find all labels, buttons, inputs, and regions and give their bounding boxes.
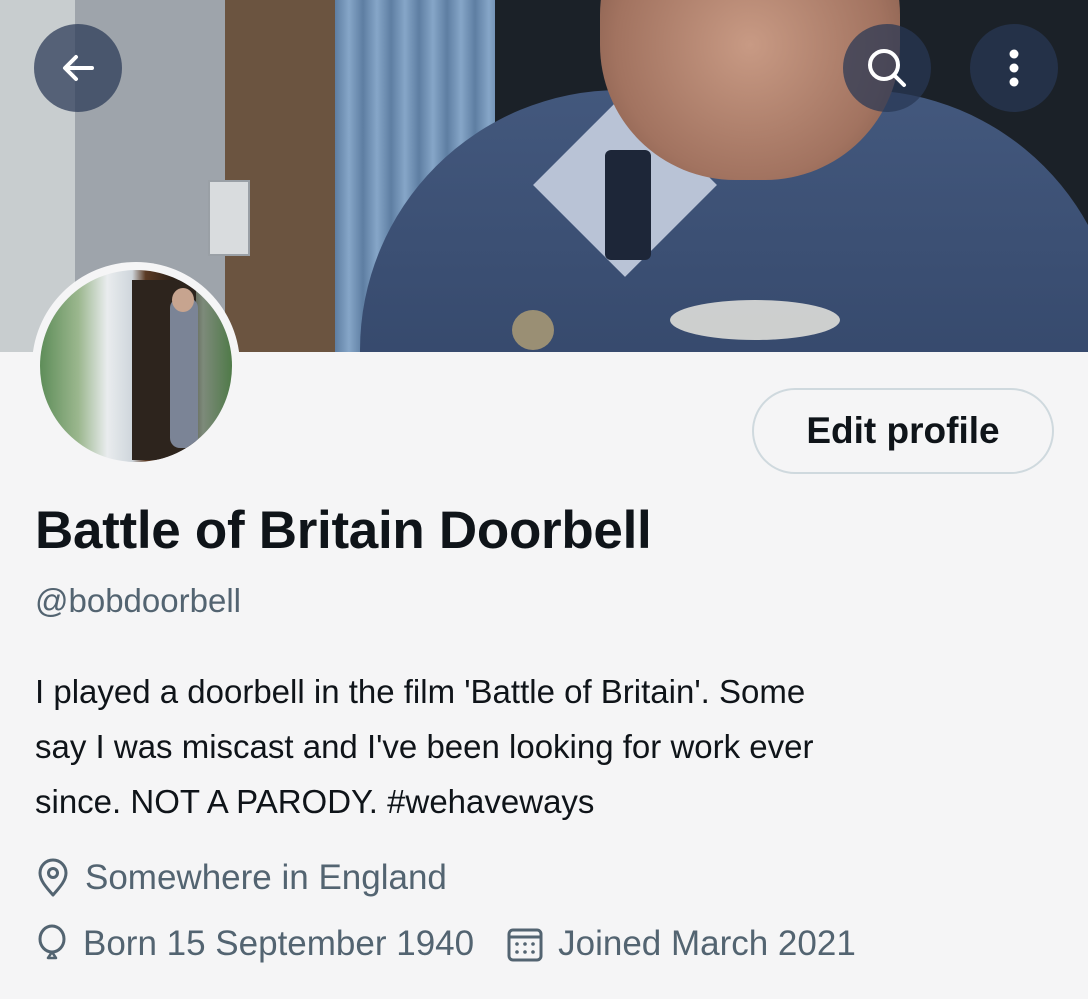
avatar-figure: [170, 298, 198, 448]
dates-row: Born 15 September 1940 Joined March 2021: [35, 924, 856, 964]
back-button[interactable]: [34, 24, 122, 112]
birthdate-text: Born 15 September 1940: [83, 924, 475, 963]
avatar-image: [40, 270, 232, 462]
banner-pilot-wings: [670, 300, 840, 340]
search-button[interactable]: [843, 24, 931, 112]
location-pin-icon: [35, 858, 71, 898]
bio-hashtag-link[interactable]: #wehaveways: [387, 783, 594, 820]
bio-line: since. NOT A PARODY. #wehaveways: [35, 774, 1035, 829]
banner-doorframe: [225, 0, 335, 352]
joined-text: Joined March 2021: [558, 924, 856, 963]
edit-profile-button[interactable]: Edit profile: [752, 388, 1054, 474]
profile-bio: I played a doorbell in the film 'Battle …: [35, 664, 1035, 829]
banner-doorbell-plate: [208, 180, 250, 256]
arrow-left-icon: [56, 46, 100, 90]
balloon-icon: [35, 924, 69, 964]
user-handle: @bobdoorbell: [35, 582, 241, 619]
location-text: Somewhere in England: [85, 858, 447, 897]
bio-line: I played a doorbell in the film 'Battle …: [35, 673, 806, 710]
bio-line: say I was miscast and I've been looking …: [35, 728, 814, 765]
search-icon: [863, 44, 911, 92]
birthdate-item: Born 15 September 1940: [35, 924, 474, 964]
joined-item: Joined March 2021: [506, 924, 856, 964]
banner-coat-button: [512, 310, 554, 350]
more-vertical-icon: [1004, 44, 1024, 92]
display-name: Battle of Britain Doorbell: [35, 501, 652, 560]
avatar-head: [172, 288, 194, 312]
bio-line-text: since. NOT A PARODY.: [35, 783, 388, 820]
more-options-button[interactable]: [970, 24, 1058, 112]
banner-tie: [605, 150, 651, 260]
calendar-icon: [506, 925, 544, 963]
avatar[interactable]: [32, 262, 240, 470]
location-row: Somewhere in England: [35, 858, 447, 898]
